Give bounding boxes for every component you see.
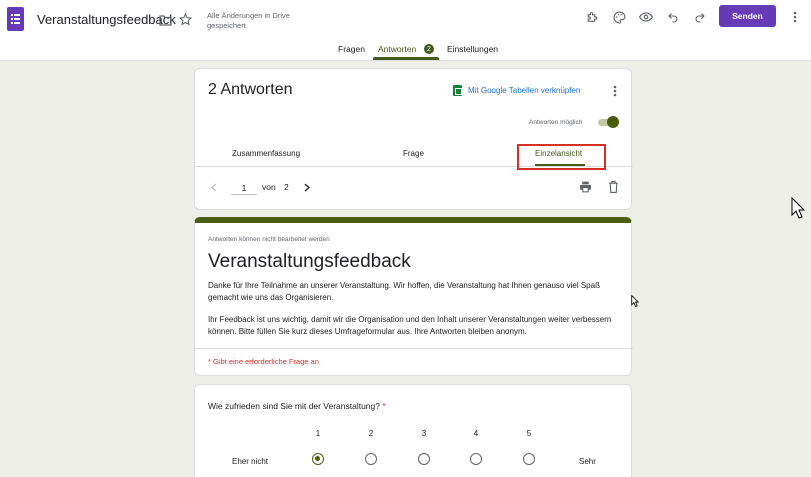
required-note: * Gibt eine erforderliche Frage an: [208, 357, 319, 366]
addon-puzzle-icon[interactable]: [584, 9, 600, 25]
page-of-label: von: [262, 182, 276, 192]
active-tab-indicator: [373, 57, 439, 60]
responses-more-icon[interactable]: [609, 83, 621, 99]
page-number-input[interactable]: 1: [231, 179, 257, 195]
mouse-cursor-icon: [791, 197, 805, 219]
responses-title: 2 Antworten: [208, 81, 293, 98]
preview-eye-icon[interactable]: [638, 9, 654, 25]
save-status: Alle Änderungen in Drive gespeichert: [207, 11, 290, 30]
question-label: Wie zufrieden sind Sie mit der Veranstal…: [208, 401, 380, 411]
responses-card: 2 Antworten Mit Google Tabellen verknüpf…: [194, 68, 633, 210]
print-icon[interactable]: [578, 180, 592, 194]
document-title[interactable]: Veranstaltungsfeedback: [37, 12, 176, 27]
next-page-icon[interactable]: [302, 181, 312, 193]
form-header-card: Antworten können nicht bearbeitet werden…: [194, 217, 633, 376]
scale-number: 5: [526, 429, 532, 438]
forms-app-icon[interactable]: [7, 7, 24, 31]
folder-icon[interactable]: [157, 12, 173, 28]
scale-number: 3: [421, 429, 427, 438]
toggle-knob[interactable]: [607, 116, 619, 128]
top-bar: Veranstaltungsfeedback Alle Änderungen i…: [0, 0, 811, 61]
link-sheets-label: Mit Google Tabellen verknüpfen: [468, 86, 581, 95]
scale-low-label: Eher nicht: [232, 457, 269, 466]
form-description-2: Ihr Feedback ist uns wichtig, damit wir …: [208, 315, 612, 336]
delete-icon[interactable]: [606, 180, 620, 194]
undo-icon[interactable]: [665, 9, 681, 25]
highlight-box: [517, 144, 606, 170]
scale-number: 4: [473, 429, 479, 438]
divider: [195, 348, 633, 349]
scale-number: 1: [315, 429, 321, 438]
scale-number: 2: [368, 429, 374, 438]
question-text: Wie zufrieden sind Sie mit der Veranstal…: [208, 401, 386, 411]
scale-radio-2[interactable]: [365, 453, 377, 465]
subtab-question[interactable]: Frage: [403, 149, 424, 158]
question-card: Wie zufrieden sind Sie mit der Veranstal…: [194, 384, 632, 477]
scale-radio-4[interactable]: [470, 453, 482, 465]
tab-questions[interactable]: Fragen: [338, 44, 365, 54]
accepting-responses-label: Antworten möglich: [529, 119, 583, 126]
form-title: Veranstaltungsfeedback: [208, 251, 411, 272]
star-icon[interactable]: [177, 11, 193, 27]
required-star: *: [382, 401, 386, 411]
prev-page-icon[interactable]: [209, 181, 219, 193]
redo-icon[interactable]: [692, 9, 708, 25]
scale-radio-5[interactable]: [523, 453, 535, 465]
tab-settings[interactable]: Einstellungen: [447, 44, 498, 54]
form-description-1: Danke für Ihre Teilnahme an unserer Vera…: [208, 281, 600, 302]
tab-responses[interactable]: Antworten: [378, 44, 416, 54]
send-button[interactable]: Senden: [719, 5, 776, 27]
readonly-notice: Antworten können nicht bearbeitet werden: [208, 236, 330, 243]
sheets-icon: [453, 85, 462, 96]
scale-high-label: Sehr: [579, 457, 596, 466]
total-pages: 2: [284, 182, 289, 192]
responses-count-badge: 2: [424, 44, 434, 54]
link-sheets-button[interactable]: Mit Google Tabellen verknüpfen: [453, 85, 580, 96]
more-options-icon[interactable]: [788, 9, 802, 25]
scale-radio-3[interactable]: [418, 453, 430, 465]
small-cursor-icon: [631, 295, 639, 307]
subtab-summary[interactable]: Zusammenfassung: [232, 149, 300, 158]
scale-radio-1[interactable]: [312, 453, 324, 465]
palette-icon[interactable]: [611, 9, 627, 25]
